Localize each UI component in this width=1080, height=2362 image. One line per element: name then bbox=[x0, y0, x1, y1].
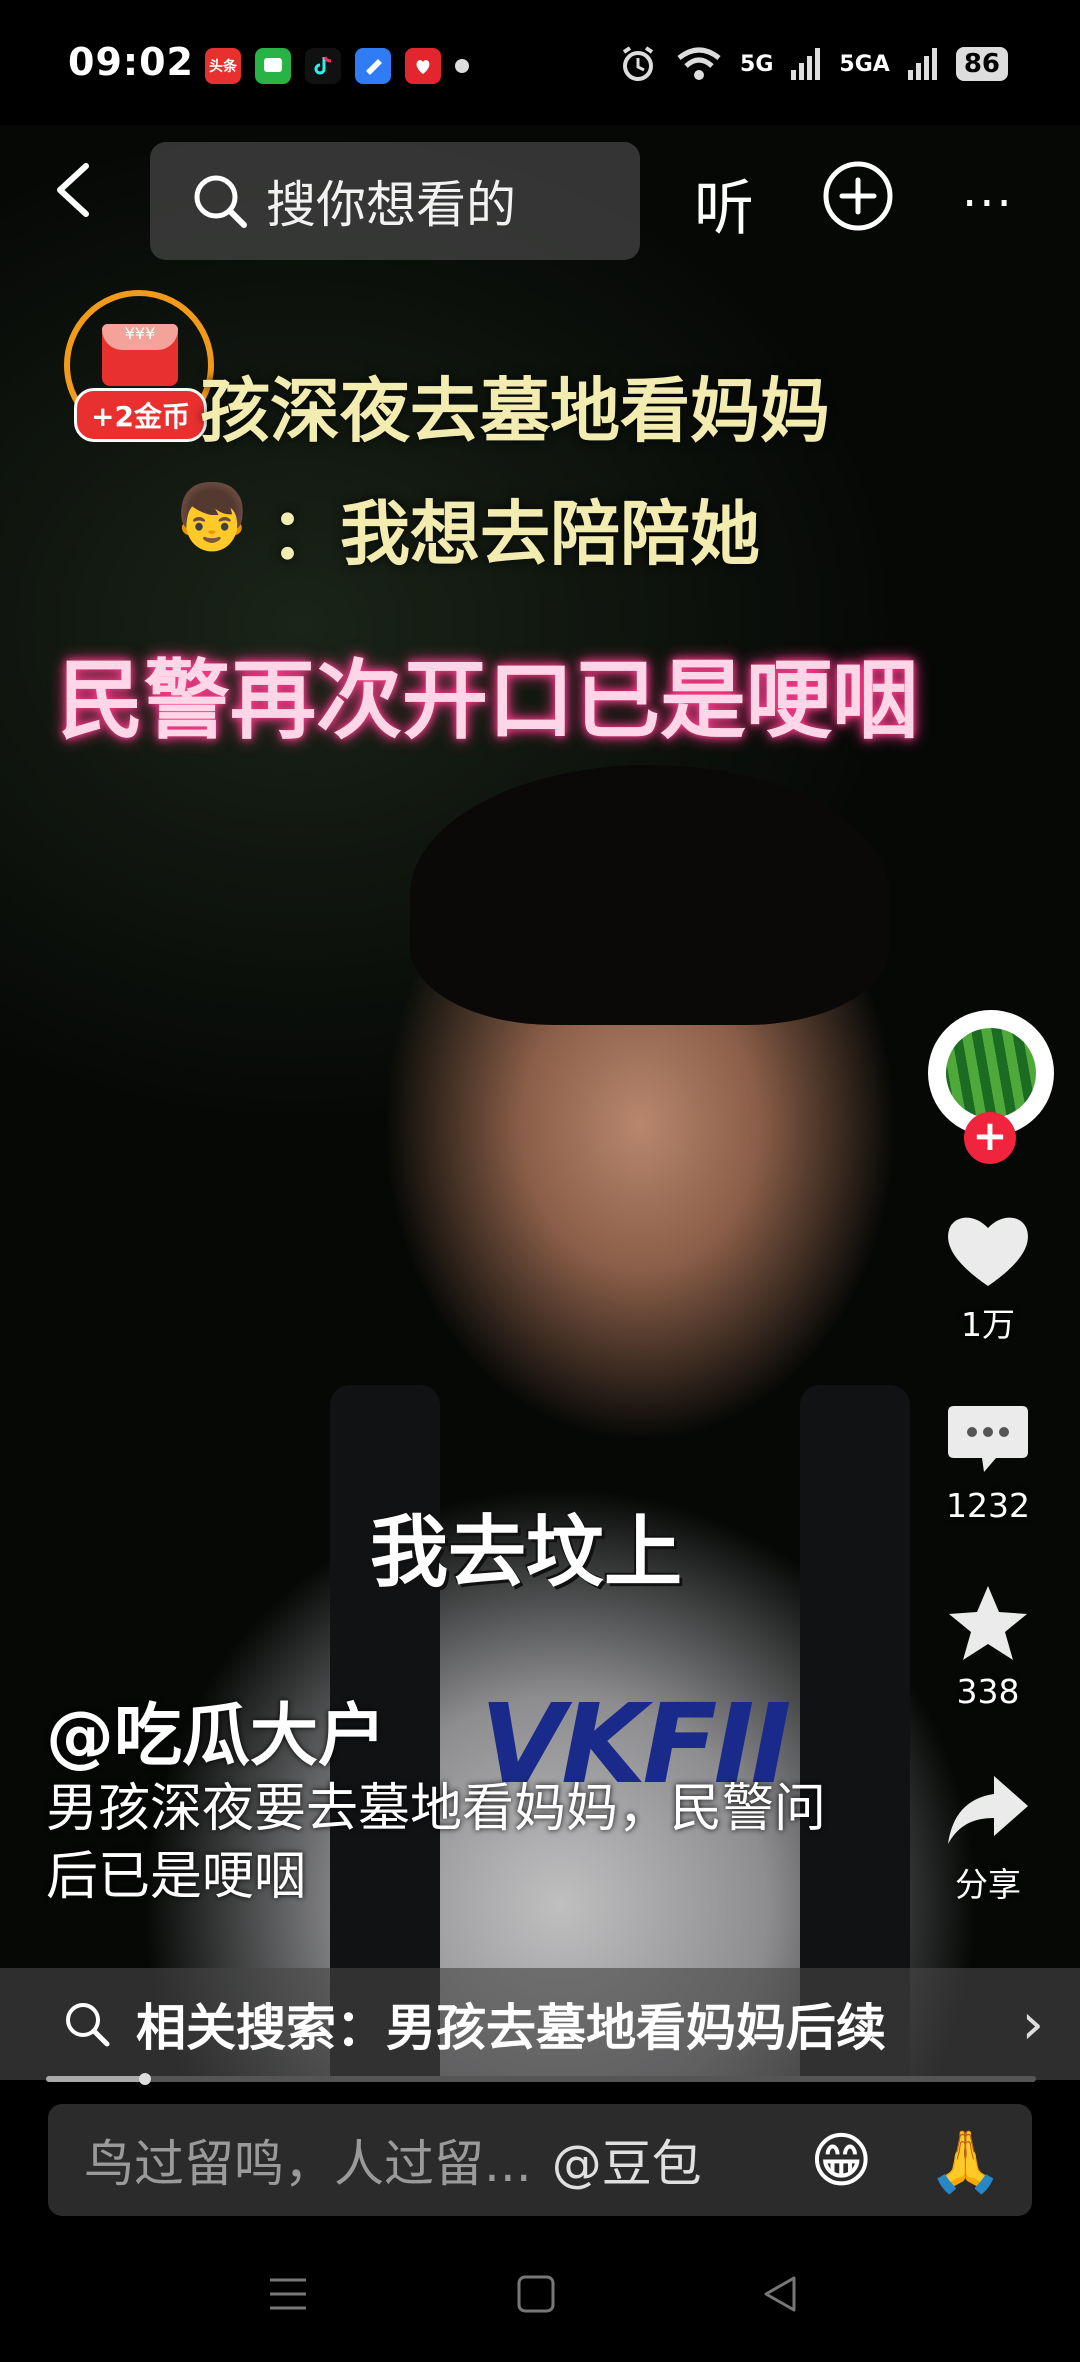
status-bar: 09:02 头条 5G 5GA 86 bbox=[0, 0, 1080, 125]
like-count: 1万 bbox=[961, 1305, 1015, 1344]
comment-count: 1232 bbox=[946, 1486, 1030, 1525]
video-caption-line1: 孩深夜去墓地看妈妈 bbox=[200, 370, 830, 452]
grin-emoji-icon[interactable]: 😁 bbox=[810, 2126, 873, 2196]
video-caption-line2: ：我想去陪陪她 bbox=[270, 493, 760, 575]
more-button[interactable]: ··· bbox=[962, 176, 1014, 232]
favorite-button[interactable]: 338 bbox=[928, 1582, 1048, 1711]
signal-icon bbox=[791, 48, 821, 80]
back-icon[interactable] bbox=[46, 160, 106, 220]
wifi-icon bbox=[677, 47, 721, 80]
search-icon bbox=[194, 175, 247, 228]
video-subtitle: 我去坟上 bbox=[370, 1508, 683, 1598]
progress-knob[interactable] bbox=[139, 2073, 151, 2085]
menu-icon[interactable] bbox=[268, 2276, 308, 2312]
back-nav-icon[interactable] bbox=[760, 2274, 800, 2314]
search-input[interactable]: 搜你想看的 bbox=[150, 142, 640, 260]
video-hair-shape bbox=[410, 765, 890, 1025]
boy-emoji-icon: 👦 bbox=[172, 481, 252, 555]
star-icon bbox=[949, 1586, 1027, 1660]
add-icon[interactable] bbox=[822, 160, 894, 232]
watermelon-avatar-image bbox=[946, 1028, 1036, 1118]
mention-label: @豆包 bbox=[551, 2135, 702, 2193]
battery-level: 86 bbox=[955, 47, 1008, 81]
red-envelope-flap: ¥¥¥ bbox=[102, 324, 178, 350]
share-label: 分享 bbox=[955, 1865, 1021, 1904]
heart-icon bbox=[948, 1217, 1028, 1286]
video-progress-bar[interactable] bbox=[46, 2073, 1036, 2085]
douyin-icon bbox=[305, 48, 341, 84]
comment-button[interactable]: 1232 bbox=[928, 1400, 1048, 1525]
author-name[interactable]: @吃瓜大户 bbox=[46, 1680, 386, 1779]
coin-badge: +2金币 bbox=[74, 388, 207, 442]
comment-input[interactable]: 鸟过留鸣，人过留... @豆包 bbox=[48, 2104, 1032, 2216]
follow-button[interactable]: + bbox=[964, 1112, 1016, 1164]
search-placeholder: 搜你想看的 bbox=[266, 176, 516, 234]
comment-icon bbox=[948, 1406, 1028, 1472]
share-button[interactable]: 分享 bbox=[928, 1770, 1048, 1906]
red-envelope-reward[interactable]: ¥¥¥ +2金币 bbox=[64, 290, 220, 442]
signal-5ga-label: 5GA bbox=[839, 51, 890, 77]
system-nav-bar bbox=[0, 2230, 1080, 2362]
blue-app-icon bbox=[355, 48, 391, 84]
share-icon bbox=[948, 1776, 1028, 1844]
home-icon[interactable] bbox=[516, 2274, 556, 2314]
signal-icon-2 bbox=[907, 48, 937, 80]
status-time: 09:02 bbox=[68, 40, 194, 84]
favorite-count: 338 bbox=[956, 1672, 1020, 1711]
post-description[interactable]: 男孩深夜要去墓地看妈妈，民警问后已是哽咽 bbox=[46, 1775, 826, 1911]
signal-5g-label: 5G bbox=[740, 51, 774, 77]
comment-placeholder: 鸟过留鸣，人过留... bbox=[84, 2135, 532, 2193]
toutiao-icon: 头条 bbox=[205, 48, 241, 84]
listen-button[interactable]: 听 bbox=[694, 160, 754, 247]
search-icon bbox=[66, 2003, 110, 2047]
related-search-text: 相关搜索：男孩去墓地看妈妈后续 bbox=[136, 1999, 886, 2057]
notification-icons: 头条 bbox=[205, 48, 469, 84]
more-notifications-dot bbox=[455, 59, 469, 73]
video-caption-line3: 民警再次开口已是哽咽 bbox=[58, 651, 918, 751]
chevron-right-icon: › bbox=[1021, 1992, 1044, 2057]
pray-emoji-icon[interactable]: 🙏 bbox=[928, 2126, 1003, 2197]
progress-fill bbox=[46, 2076, 145, 2082]
alarm-icon bbox=[622, 46, 654, 81]
related-search-bar[interactable]: 相关搜索：男孩去墓地看妈妈后续 › bbox=[0, 1968, 1080, 2080]
like-button[interactable]: 1万 bbox=[928, 1210, 1048, 1346]
status-indicators: 5G 5GA 86 bbox=[618, 44, 1008, 84]
red-app-icon bbox=[405, 48, 441, 84]
messages-icon bbox=[255, 48, 291, 84]
